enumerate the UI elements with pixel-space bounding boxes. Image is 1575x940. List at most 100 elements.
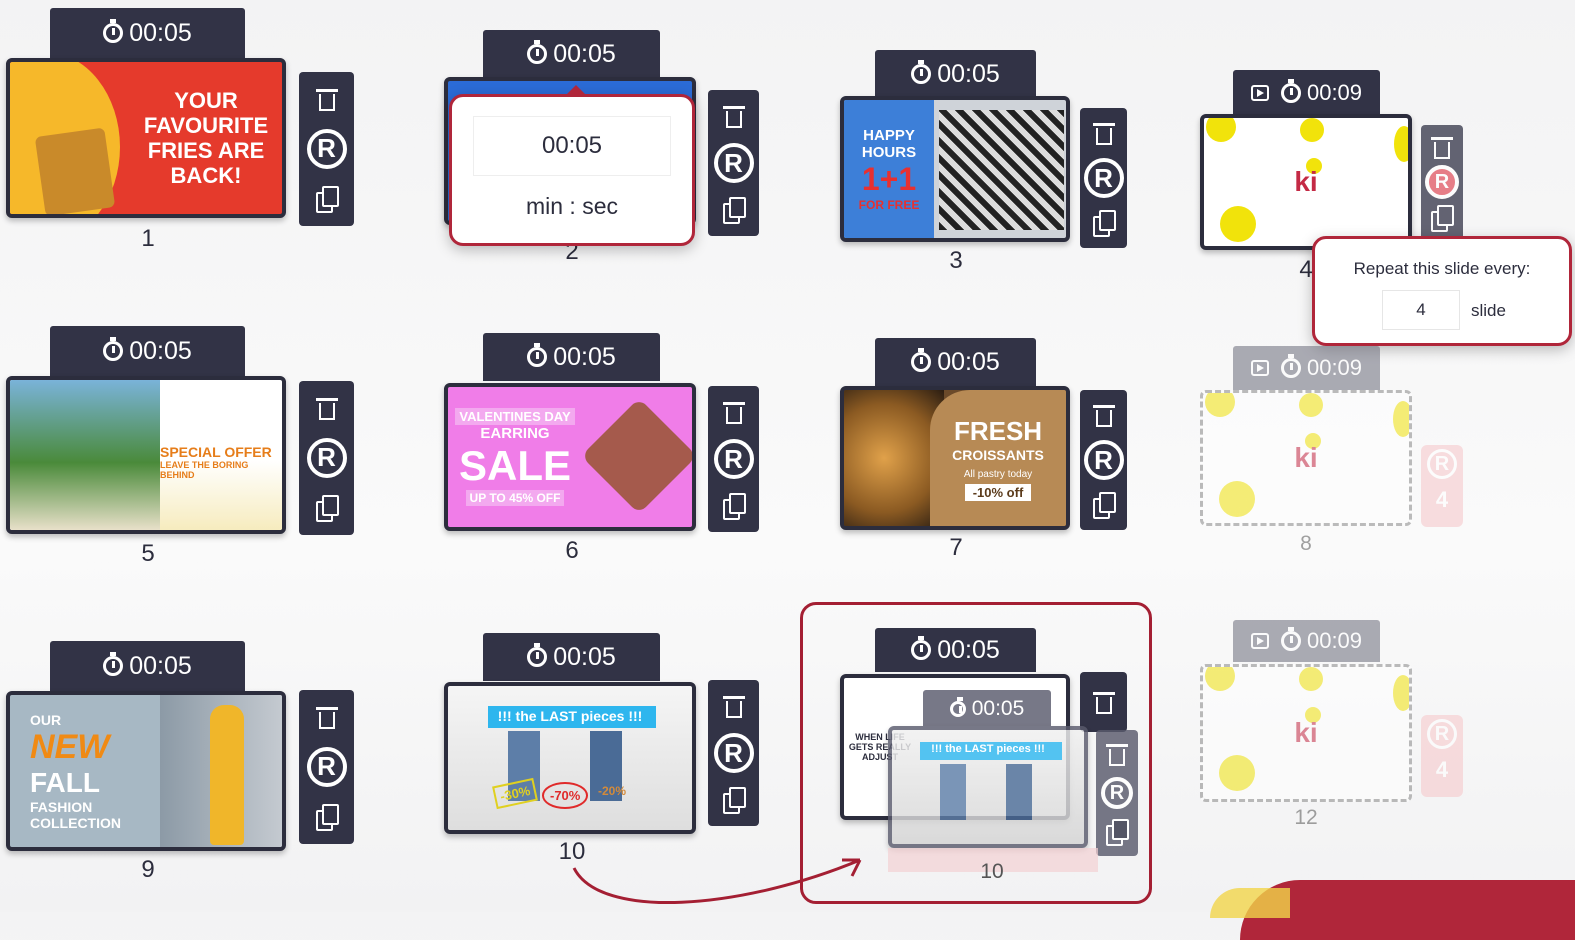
repeat-icon[interactable]: R (1083, 440, 1124, 480)
slide-number: 7 (949, 534, 963, 561)
slide-number: 10 (980, 860, 1004, 883)
slide-number: 12 (1294, 806, 1318, 829)
stopwatch-icon (911, 60, 932, 84)
trash-icon (1106, 741, 1128, 767)
repeat-popup: Repeat this slide every: 4 slide (1312, 236, 1572, 346)
slide-number: 6 (565, 537, 579, 564)
duration-badge: 00:09 (1233, 346, 1380, 390)
repeat-icon: R (1427, 719, 1457, 749)
drag-arrow-icon (572, 858, 862, 904)
slide-thumbnail[interactable]: SPECIAL OFFER LEAVE THE BORING BEHIND (6, 376, 286, 534)
copy-icon[interactable] (722, 493, 746, 520)
decorative-corner (1240, 880, 1575, 940)
stopwatch-icon (527, 40, 548, 64)
duration-unit-label: min : sec (525, 193, 619, 219)
slide-thumbnail[interactable]: FRESH CROISSANTS All pastry today -10% o… (840, 386, 1070, 530)
copy-icon[interactable] (722, 787, 746, 814)
duration-badge[interactable]: 00:05 (875, 338, 1036, 386)
slide-thumbnail[interactable]: ki (1200, 390, 1412, 526)
duration-badge[interactable]: 00:05 (50, 8, 245, 58)
duration-badge[interactable]: 00:05 (483, 633, 660, 681)
duration-popup: 00:05 min : sec (449, 85, 695, 246)
duration-input[interactable]: 00:05 (474, 117, 670, 175)
duration-badge[interactable]: 00:05 (875, 628, 1036, 672)
trash-icon[interactable] (1092, 120, 1115, 146)
slide-tools: R (299, 381, 354, 535)
slide-number: 9 (141, 856, 155, 883)
repeat-badge: R 4 (1421, 445, 1463, 527)
repeat-icon[interactable]: R (713, 733, 754, 773)
trash-icon[interactable] (722, 399, 745, 425)
stopwatch-icon (103, 19, 124, 43)
repeat-icon[interactable]: R (306, 128, 347, 169)
repeat-icon[interactable]: R (1425, 165, 1459, 200)
copy-icon[interactable] (722, 197, 746, 224)
slide-number: 1 (141, 225, 155, 252)
slide-thumbnail[interactable]: VALENTINES DAY EARRING SALE UP TO 45% OF… (444, 383, 696, 531)
trash-icon[interactable] (722, 693, 745, 719)
duration-badge[interactable]: 00:05 (50, 641, 245, 691)
slide-tools: R (1080, 108, 1127, 248)
duration-badge[interactable]: 00:05 (483, 30, 660, 78)
ki-logo: ki (1294, 166, 1318, 197)
slide-tools: R (708, 386, 759, 532)
ki-logo: ki (1294, 717, 1318, 748)
trash-icon[interactable] (315, 704, 338, 730)
slide-tools: R (708, 680, 759, 826)
repeat-icon[interactable]: R (713, 439, 754, 479)
duration-badge[interactable]: 00:05 (50, 326, 245, 376)
stopwatch-icon (949, 697, 966, 717)
slide-tools: R (1096, 730, 1138, 856)
repeat-popup-label: Repeat this slide every: (1353, 259, 1531, 278)
slide-tools: R (299, 72, 354, 226)
ki-logo: ki (1294, 442, 1318, 473)
slide-thumbnail[interactable]: ki (1200, 114, 1412, 250)
copy-icon[interactable] (1431, 205, 1454, 233)
duration-badge[interactable]: 00:05 (875, 50, 1036, 98)
duration-badge: 00:05 (923, 690, 1051, 728)
slide-tools: R (1080, 390, 1127, 530)
slide-thumbnail[interactable]: HAPPY HOURS 1+1 FOR FREE (840, 96, 1070, 242)
slide-thumbnail[interactable]: OUR NEW FALL FASHION COLLECTION (6, 691, 286, 851)
slide-tools: R (1421, 125, 1463, 240)
trash-icon[interactable] (1431, 134, 1453, 160)
repeat-icon[interactable]: R (306, 437, 347, 478)
stopwatch-icon (1280, 354, 1301, 378)
copy-icon[interactable] (1092, 492, 1116, 519)
repeat-icon[interactable]: R (306, 746, 347, 787)
stopwatch-icon (1280, 79, 1301, 103)
duration-badge[interactable]: 00:09 (1233, 70, 1380, 116)
trash-icon[interactable] (1092, 402, 1115, 428)
slide-tools: R (708, 90, 759, 236)
copy-icon[interactable] (315, 803, 339, 831)
trash-icon[interactable] (315, 86, 338, 112)
slide-thumbnail[interactable]: !!! the LAST pieces !!! -30% -70% -20% (444, 682, 696, 834)
stopwatch-icon (103, 652, 124, 676)
copy-icon (1106, 819, 1129, 846)
repeat-unit-label: slide (1471, 301, 1506, 320)
video-icon (1250, 633, 1269, 649)
copy-icon[interactable] (1092, 210, 1116, 237)
trash-icon[interactable] (315, 395, 338, 421)
dragged-slide-ghost[interactable]: 00:05 !!! the LAST pieces !!! R (888, 688, 1138, 873)
copy-icon[interactable] (315, 494, 339, 522)
stopwatch-icon (911, 636, 932, 660)
slide-number: 8 (1300, 532, 1312, 555)
duration-badge: 00:09 (1233, 620, 1380, 662)
slide-thumbnail[interactable]: ki (1200, 664, 1412, 802)
trash-icon[interactable] (722, 103, 745, 129)
slide-number: 3 (949, 247, 963, 274)
repeat-icon: R (1101, 777, 1133, 809)
duration-badge[interactable]: 00:05 (483, 333, 660, 381)
repeat-icon[interactable]: R (713, 143, 754, 183)
repeat-interval-input[interactable]: 4 (1383, 291, 1459, 329)
stopwatch-icon (1280, 627, 1301, 651)
stopwatch-icon (527, 343, 548, 367)
copy-icon[interactable] (315, 185, 339, 213)
repeat-icon[interactable]: R (1083, 158, 1124, 198)
slide-number: 5 (141, 540, 155, 567)
stopwatch-icon (911, 348, 932, 372)
slide-thumbnail[interactable]: YOUR FAVOURITE FRIES ARE BACK! (6, 58, 286, 218)
slide-thumbnail: !!! the LAST pieces !!! (888, 726, 1088, 848)
video-icon (1250, 360, 1269, 376)
